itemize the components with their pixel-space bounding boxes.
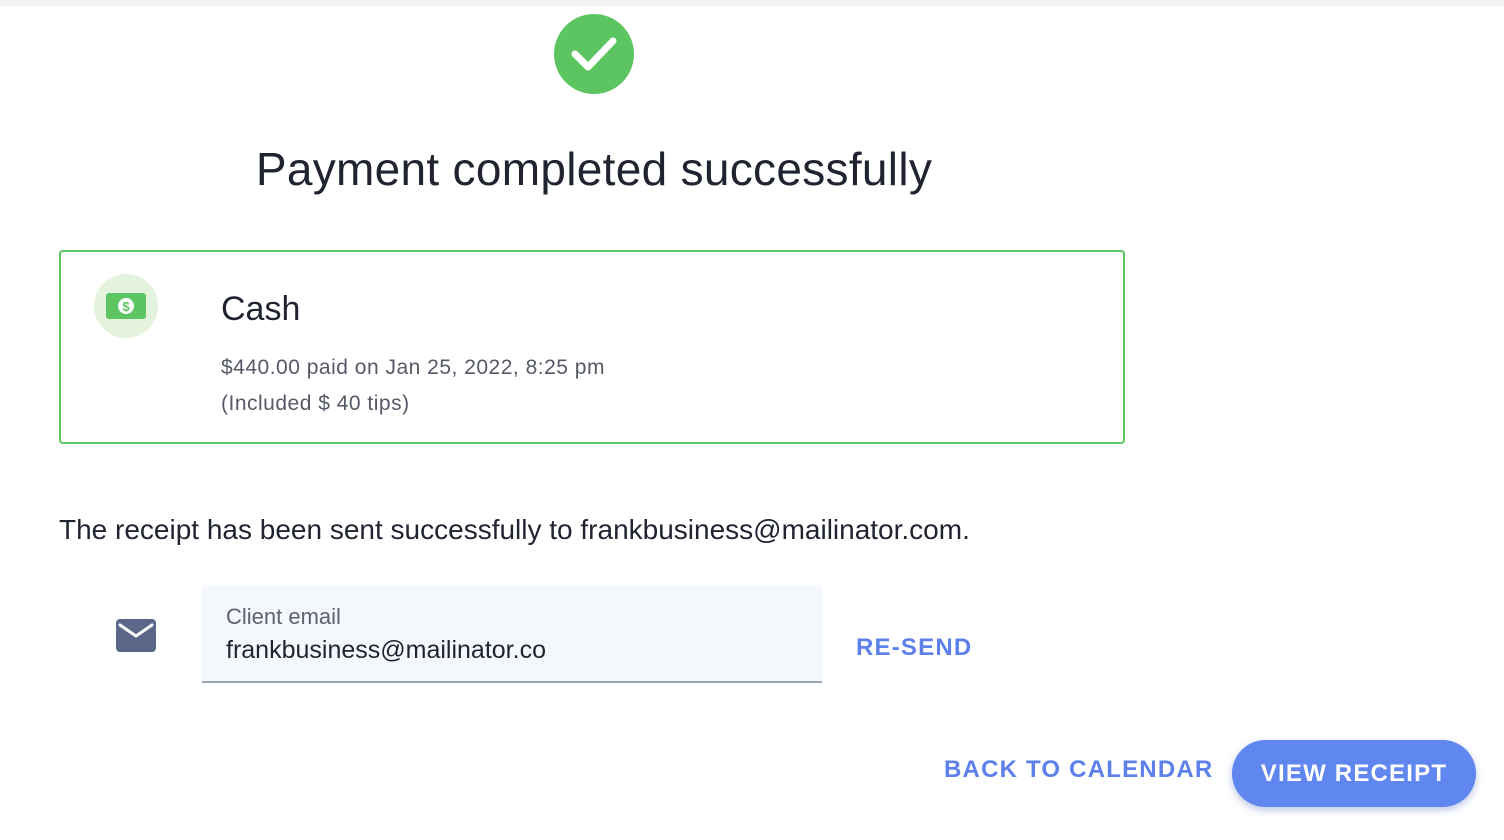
resend-button[interactable]: RE-SEND: [856, 634, 972, 662]
checkmark-circle-icon: [554, 14, 634, 94]
svg-text:$: $: [122, 299, 130, 314]
payment-summary-card: $ Cash $440.00 paid on Jan 25, 2022, 8:2…: [59, 250, 1125, 444]
page-title: Payment completed successfully: [255, 143, 933, 195]
receipt-sent-message: The receipt has been sent successfully t…: [59, 514, 970, 545]
client-email-field[interactable]: Client email: [202, 586, 822, 683]
back-to-calendar-button[interactable]: BACK TO CALENDAR: [944, 756, 1213, 784]
payment-tips: (Included $ 40 tips): [221, 392, 410, 415]
view-receipt-button[interactable]: VIEW RECEIPT: [1232, 740, 1476, 807]
payment-method-name: Cash: [221, 290, 301, 328]
payment-amount-date: $440.00 paid on Jan 25, 2022, 8:25 pm: [221, 356, 605, 379]
top-divider: [0, 0, 1504, 6]
client-email-input[interactable]: [226, 636, 546, 665]
payment-success-page: Payment completed successfully $ Cash $4…: [0, 0, 1504, 840]
mail-icon: [116, 619, 156, 652]
client-email-label: Client email: [226, 604, 341, 629]
cash-icon: $: [94, 274, 158, 338]
